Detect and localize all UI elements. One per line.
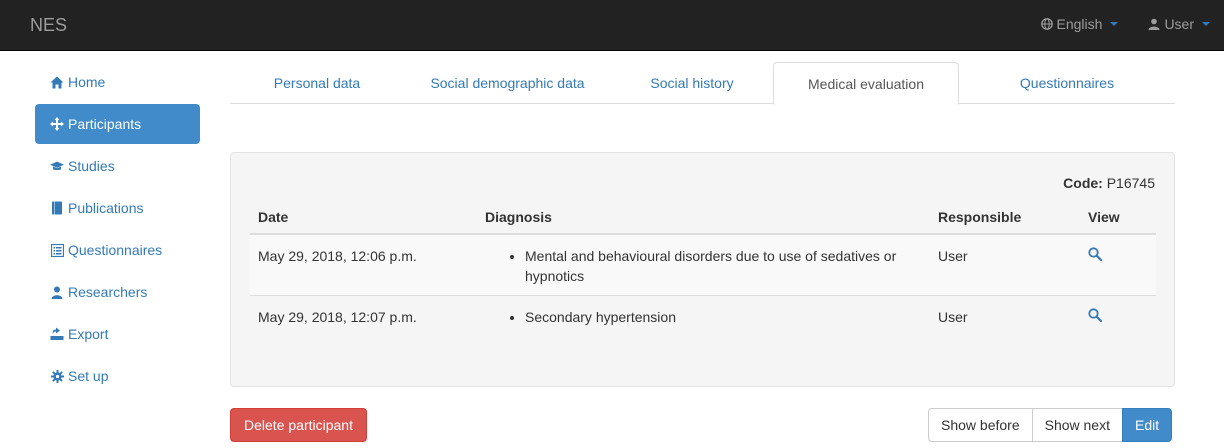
sidebar-item-label: Questionnaires	[68, 242, 163, 258]
sidebar-item-participants[interactable]: Participants	[35, 104, 200, 144]
move-icon	[50, 117, 64, 131]
sidebar-item-label: Publications	[68, 200, 144, 216]
sidebar-item-label: Researchers	[68, 284, 148, 300]
diagnosis-cell: Mental and behavioural disorders due to …	[477, 233, 930, 296]
participant-code: Code: P16745	[1063, 175, 1155, 191]
sidebar-item-researchers[interactable]: Researchers	[35, 272, 200, 312]
sidebar-item-studies[interactable]: Studies	[35, 146, 200, 186]
user-icon	[1148, 18, 1160, 30]
search-icon[interactable]	[1088, 307, 1103, 327]
responsible-cell: User	[930, 295, 1080, 336]
sidebar-item-export[interactable]: Export	[35, 314, 200, 354]
language-label: English	[1056, 16, 1103, 32]
code-value: P16745	[1106, 175, 1155, 191]
cog-icon	[50, 369, 64, 383]
top-navbar: NES English User	[0, 0, 1224, 51]
chevron-down-icon	[1110, 22, 1119, 26]
sidebar: Home Participants Studies Publications Q…	[35, 62, 200, 398]
brand-logo[interactable]: NES	[30, 15, 67, 36]
tab-questionnaires[interactable]: Questionnaires	[959, 62, 1175, 104]
evaluation-table: Date Diagnosis Responsible View May 29, …	[250, 200, 1156, 336]
navbar-right: English User	[1040, 16, 1210, 32]
education-icon	[50, 159, 64, 173]
responsible-cell: User	[930, 233, 1080, 296]
diagnosis-item: Mental and behavioural disorders due to …	[525, 246, 922, 286]
list-alt-icon	[50, 243, 64, 257]
navigation-button-group: Show before Show next Edit	[928, 408, 1173, 442]
sidebar-item-label: Home	[68, 74, 106, 90]
tab-social-history[interactable]: Social history	[611, 62, 773, 104]
view-cell	[1080, 295, 1156, 336]
sidebar-item-home[interactable]: Home	[35, 62, 200, 102]
sidebar-item-questionnaires[interactable]: Questionnaires	[35, 230, 200, 270]
participant-tabs: Personal data Social demographic data So…	[230, 62, 1175, 105]
column-header-date: Date	[250, 200, 477, 235]
user-label: User	[1164, 16, 1194, 32]
sidebar-item-label: Participants	[68, 116, 142, 132]
table-row: May 29, 2018, 12:07 p.m. Secondary hyper…	[250, 295, 1156, 336]
sidebar-item-label: Studies	[68, 158, 115, 174]
code-label: Code:	[1063, 175, 1103, 191]
table-row: May 29, 2018, 12:06 p.m. Mental and beha…	[250, 233, 1156, 296]
sidebar-item-set-up[interactable]: Set up	[35, 356, 200, 396]
date-cell: May 29, 2018, 12:07 p.m.	[250, 295, 477, 336]
export-icon	[50, 327, 64, 341]
tab-personal-data[interactable]: Personal data	[230, 62, 404, 104]
column-header-responsible: Responsible	[930, 200, 1080, 235]
book-icon	[50, 201, 64, 215]
column-header-diagnosis: Diagnosis	[477, 200, 930, 235]
view-cell	[1080, 233, 1156, 296]
sidebar-item-label: Export	[68, 326, 109, 342]
edit-button[interactable]: Edit	[1121, 408, 1173, 442]
diagnosis-cell: Secondary hypertension	[477, 295, 930, 336]
user-icon	[50, 285, 64, 299]
sidebar-item-publications[interactable]: Publications	[35, 188, 200, 228]
delete-participant-button[interactable]: Delete participant	[230, 408, 367, 442]
column-header-view: View	[1080, 200, 1156, 235]
globe-icon	[1040, 18, 1053, 30]
diagnosis-item: Secondary hypertension	[525, 307, 922, 327]
show-before-button[interactable]: Show before	[928, 408, 1033, 442]
show-next-button[interactable]: Show next	[1031, 408, 1123, 442]
search-icon[interactable]	[1088, 246, 1103, 266]
home-icon	[50, 75, 64, 89]
tab-social-demographic-data[interactable]: Social demographic data	[404, 62, 611, 104]
chevron-down-icon	[1202, 22, 1210, 26]
user-dropdown[interactable]: User	[1148, 16, 1210, 32]
language-dropdown[interactable]: English	[1040, 16, 1119, 32]
date-cell: May 29, 2018, 12:06 p.m.	[250, 233, 477, 296]
tab-medical-evaluation[interactable]: Medical evaluation	[773, 62, 959, 105]
medical-evaluation-panel: Code: P16745 Date Diagnosis Responsible …	[230, 152, 1175, 387]
sidebar-item-label: Set up	[68, 368, 109, 384]
